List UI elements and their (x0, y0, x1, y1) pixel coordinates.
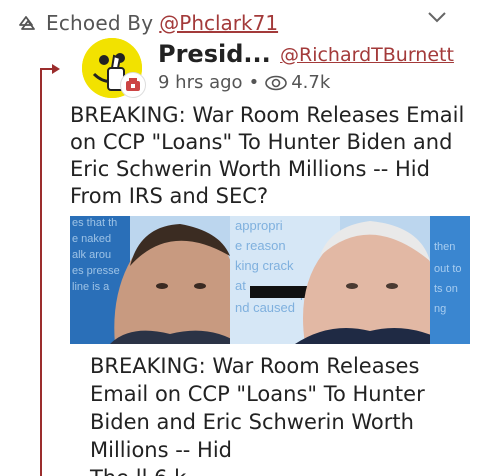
thread-line (40, 70, 42, 476)
thread-arrowhead (52, 64, 60, 74)
image-text-left-3: alk arou (72, 249, 111, 261)
image-text-right-4: ng (434, 303, 446, 315)
image-text-mid-3: king crack (235, 258, 294, 273)
link-card-title[interactable]: BREAKING: War Room Releases Email on CCP… (90, 352, 470, 464)
author-handle[interactable]: @RichardTBurnett (280, 44, 454, 66)
image-text-mid-2: e reason (235, 238, 286, 253)
post-meta: 9 hrs ago • 4.7k (158, 72, 330, 93)
post-text: BREAKING: War Room Releases Email on CCP… (70, 103, 465, 208)
echo-prefix: Echoed By (46, 11, 154, 35)
image-text-right-3: ts on (434, 283, 458, 295)
link-card-subtext: The ll 6 k (90, 464, 470, 476)
image-text-right-1: then (434, 241, 455, 253)
image-text-left-2: e naked (72, 233, 111, 245)
news-image[interactable]: es that th e naked alk arou es presse li… (70, 216, 470, 344)
image-text-right-2: out to (434, 263, 462, 275)
echo-icon (19, 16, 35, 30)
echo-header: Echoed By @Phclark71 (14, 8, 494, 38)
meta-separator: • (248, 72, 260, 93)
verified-badge-icon (120, 72, 146, 98)
eye-icon (265, 75, 287, 90)
image-text-mid-4: at (235, 278, 246, 293)
image-text-mid-6: nd caused (235, 300, 295, 315)
post-time: 9 hrs ago (158, 72, 243, 93)
echo-user-link[interactable]: @Phclark71 (159, 11, 278, 35)
chevron-down-icon[interactable] (426, 6, 448, 28)
image-text-left-4: es presse (72, 265, 120, 277)
image-text-mid-1: appropri (235, 218, 283, 233)
author-name[interactable]: Presid... (158, 40, 271, 68)
image-text-left-5: line is a (72, 281, 110, 293)
view-count: 4.7k (291, 72, 331, 93)
image-text-left-1: es that th (72, 217, 117, 229)
